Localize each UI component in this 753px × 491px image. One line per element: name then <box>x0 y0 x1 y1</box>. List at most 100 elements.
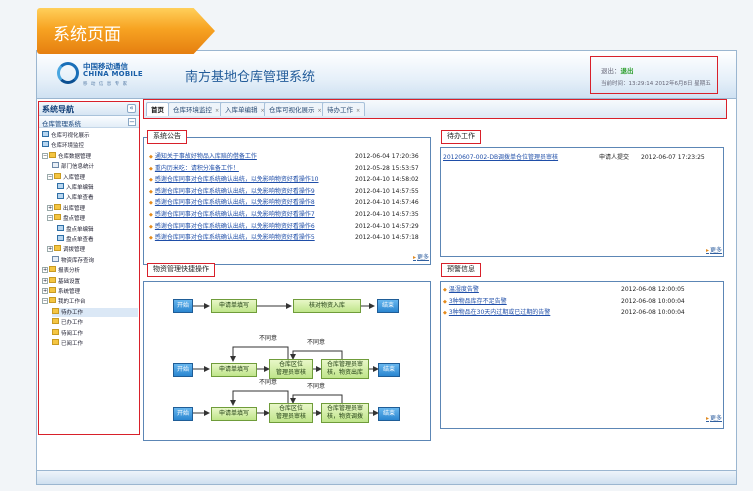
tab-close-icon[interactable]: × <box>215 108 219 114</box>
announcement-row[interactable]: ◆ 重内历米吃：请积分准备工作！ 2012-05-28 15:53:57 <box>149 164 429 173</box>
announcement-row[interactable]: ◆ 感谢仓库同事对仓库系统确认出统，以免影响物资好看操作10 2012-04-10 … <box>149 175 429 184</box>
logout-link[interactable]: 退出 <box>621 67 634 75</box>
sidebar-collapse-button[interactable]: « <box>127 104 136 113</box>
china-mobile-logo-icon <box>57 62 79 84</box>
tree-toggle-icon[interactable]: + <box>47 246 53 253</box>
sidebar-item-label: 报表分析 <box>58 268 81 275</box>
announcement-link[interactable]: 感谢仓库同事对仓库系统确认出统，以免影响物资好看操作6 <box>155 223 315 230</box>
sidebar-item[interactable]: 已阅工作 <box>52 339 138 348</box>
tab-item[interactable]: 待办工作 × <box>322 102 366 116</box>
announcement-row[interactable]: ◆ 感谢仓库同事对仓库系统确认出统，以免影响物资好看操作9 2012-04-10 1… <box>149 187 429 196</box>
sidebar-item[interactable]: 盘点单查看 <box>57 235 138 244</box>
tree-toggle-icon[interactable]: − <box>42 298 48 305</box>
sidebar-group-header[interactable]: 仓库管理系统 − <box>39 116 139 128</box>
flow3-fill-form[interactable]: 申请单填写 <box>211 407 257 421</box>
sidebar-item[interactable]: + 系统管理 <box>42 287 138 296</box>
sidebar-item[interactable]: + 调拨管理 <box>47 245 138 254</box>
announcements-more-link[interactable]: 更多 <box>413 252 429 261</box>
sidebar-item[interactable]: 部门信息统计 <box>52 162 138 171</box>
tree-toggle-icon[interactable]: + <box>47 204 53 211</box>
announcement-link[interactable]: 重内历米吃：请积分准备工作！ <box>155 165 239 172</box>
tree-toggle-icon[interactable]: − <box>42 152 48 159</box>
warning-link[interactable]: 3种物品库存不足告警 <box>449 298 507 305</box>
warning-row[interactable]: ◆ 3种物品在30天内过期或已过期的告警 2012-06-08 10:00:04 <box>443 308 723 317</box>
tab-label: 入库单编辑 <box>225 106 258 114</box>
sidebar-item[interactable]: 仓库环境监控 <box>42 141 138 150</box>
sidebar-item[interactable]: 盘点单编辑 <box>57 224 138 234</box>
sidebar-item[interactable]: 已办工作 <box>52 318 138 327</box>
flow2-end[interactable]: 结束 <box>378 363 400 377</box>
announcement-link[interactable]: 感谢仓库同事对仓库系统确认出统，以免影响物资好看操作7 <box>155 211 315 218</box>
todo-link[interactable]: 20120607-002-DB调拨单仓位管理员审核 <box>443 154 558 161</box>
announcement-date: 2012-04-10 14:58:02 <box>355 176 419 184</box>
announcement-link[interactable]: 感谢仓库同事对仓库系统确认出统，以免影响物资好看操作10 <box>155 176 319 183</box>
sidebar-item[interactable]: + 基础设置 <box>42 276 138 286</box>
tree-toggle-icon[interactable]: + <box>42 288 48 294</box>
bullet-icon: ◆ <box>149 165 153 172</box>
sidebar-item[interactable]: 仓库可视化展示 <box>42 131 138 140</box>
tab-item[interactable]: 入库单编辑 × <box>220 102 270 116</box>
tree-toggle-icon[interactable]: + <box>42 267 48 274</box>
flow2-mgr-review[interactable]: 仓库管理员审 核，物资出库 <box>321 359 369 379</box>
tab-close-icon[interactable]: × <box>356 108 360 114</box>
group-collapse-icon[interactable]: − <box>128 118 136 126</box>
announcement-row[interactable]: ◆ 感谢仓库同事对仓库系统确认出统，以免影响物资好看操作6 2012-04-10 1… <box>149 222 429 231</box>
sidebar-item[interactable]: + 出库管理 <box>47 203 138 213</box>
announcement-date: 2012-04-10 14:57:35 <box>355 211 419 218</box>
flow1-fill-form[interactable]: 申请单填写 <box>211 299 257 313</box>
flow1-start[interactable]: 开始 <box>173 299 193 313</box>
sidebar-item[interactable]: − 盘点管理 <box>47 214 138 223</box>
flow2-fill-form[interactable]: 申请单填写 <box>211 363 257 377</box>
folder-icon <box>49 297 56 304</box>
flow3-end[interactable]: 结束 <box>378 407 400 421</box>
folder-icon <box>54 214 61 221</box>
flow1-check-in[interactable]: 核对物资入库 <box>293 299 361 313</box>
bullet-icon: ◆ <box>149 154 153 160</box>
warning-row[interactable]: ◆ 3种物品库存不足告警 2012-06-08 10:00:04 <box>443 297 723 306</box>
tree-toggle-icon[interactable]: − <box>47 173 53 180</box>
tree-toggle-icon[interactable]: − <box>47 215 53 222</box>
tab-item[interactable]: 仓库环境监控 × <box>168 102 225 116</box>
announcement-row[interactable]: ◆ 感谢仓库同事对仓库系统确认出统，以免影响物资好看操作7 2012-04-10 1… <box>149 210 429 219</box>
warning-row[interactable]: ◆ 温湿度告警 2012-06-08 12:00:05 <box>443 285 723 294</box>
warning-date: 2012-06-08 12:00:05 <box>621 286 685 293</box>
announcement-link[interactable]: 通知关于事故好物品入库赔的借备工作 <box>155 153 257 160</box>
sidebar-item[interactable]: + 报表分析 <box>42 266 138 275</box>
flow3-mgr-review[interactable]: 仓库管理员审 核，物资调拨 <box>321 403 369 423</box>
announcement-date: 2012-04-10 14:57:18 <box>355 234 419 242</box>
sidebar-item[interactable]: − 入库管理 <box>47 172 138 182</box>
warning-link[interactable]: 温湿度告警 <box>449 286 479 293</box>
warnings-more-link[interactable]: 更多 <box>706 413 722 422</box>
sidebar-item[interactable]: − 仓库数据管理 <box>42 151 138 161</box>
tab-label: 仓库环境监控 <box>173 106 212 114</box>
flow2-dept-review[interactable]: 仓库区位 管理员审核 <box>269 359 313 379</box>
flow3-dept-review[interactable]: 仓库区位 管理员审核 <box>269 403 313 423</box>
todo-more-link[interactable]: 更多 <box>706 245 722 254</box>
sidebar-item[interactable]: 待办工作 <box>52 307 138 317</box>
sidebar-header: 系统导航 « <box>39 102 139 116</box>
announcement-link[interactable]: 感谢仓库同事对仓库系统确认出统，以免影响物资好看操作5 <box>155 234 315 241</box>
todo-row[interactable]: 20120607-002-DB调拨单仓位管理员审核 申请人提交 2012-06-07… <box>443 153 723 162</box>
flow1-end[interactable]: 结束 <box>377 299 399 313</box>
announcement-link[interactable]: 感谢仓库同事对仓库系统确认出统，以免影响物资好看操作8 <box>155 199 315 206</box>
announcement-row[interactable]: ◆ 感谢仓库同事对仓库系统确认出统，以免影响物资好看操作5 2012-04-10 1… <box>149 233 429 242</box>
announcement-link[interactable]: 感谢仓库同事对仓库系统确认出统，以免影响物资好看操作9 <box>155 188 315 195</box>
warning-date: 2012-06-08 10:00:04 <box>621 297 685 305</box>
flow2-start[interactable]: 开始 <box>173 363 193 377</box>
sidebar-item-label: 入库管理 <box>63 174 86 181</box>
sidebar-item[interactable]: 物资库存查询 <box>52 255 138 265</box>
folder-icon <box>54 172 61 179</box>
sidebar-item[interactable]: 入库单查看 <box>57 193 138 202</box>
tab-item[interactable]: 仓库可视化展示 × <box>264 102 327 116</box>
tree-toggle-icon[interactable]: + <box>42 277 48 284</box>
sidebar-item[interactable]: 待阅工作 <box>52 328 138 338</box>
announcement-row[interactable]: ◆ 通知关于事故好物品入库赔的借备工作 2012-06-04 17:20:36 <box>149 152 429 161</box>
sidebar-item[interactable]: 入库单编辑 <box>57 183 138 192</box>
tab-item[interactable]: 首页 <box>146 102 169 116</box>
sidebar-item-label: 仓库环境监控 <box>51 143 85 150</box>
warning-link[interactable]: 3种物品在30天内过期或已过期的告警 <box>449 309 550 316</box>
sidebar-item[interactable]: − 我的工作台 <box>42 297 138 306</box>
announcement-row[interactable]: ◆ 感谢仓库同事对仓库系统确认出统，以免影响物资好看操作8 2012-04-10 1… <box>149 198 429 207</box>
flow3-start[interactable]: 开始 <box>173 407 193 421</box>
announcement-date: 2012-04-10 14:57:46 <box>355 199 419 207</box>
